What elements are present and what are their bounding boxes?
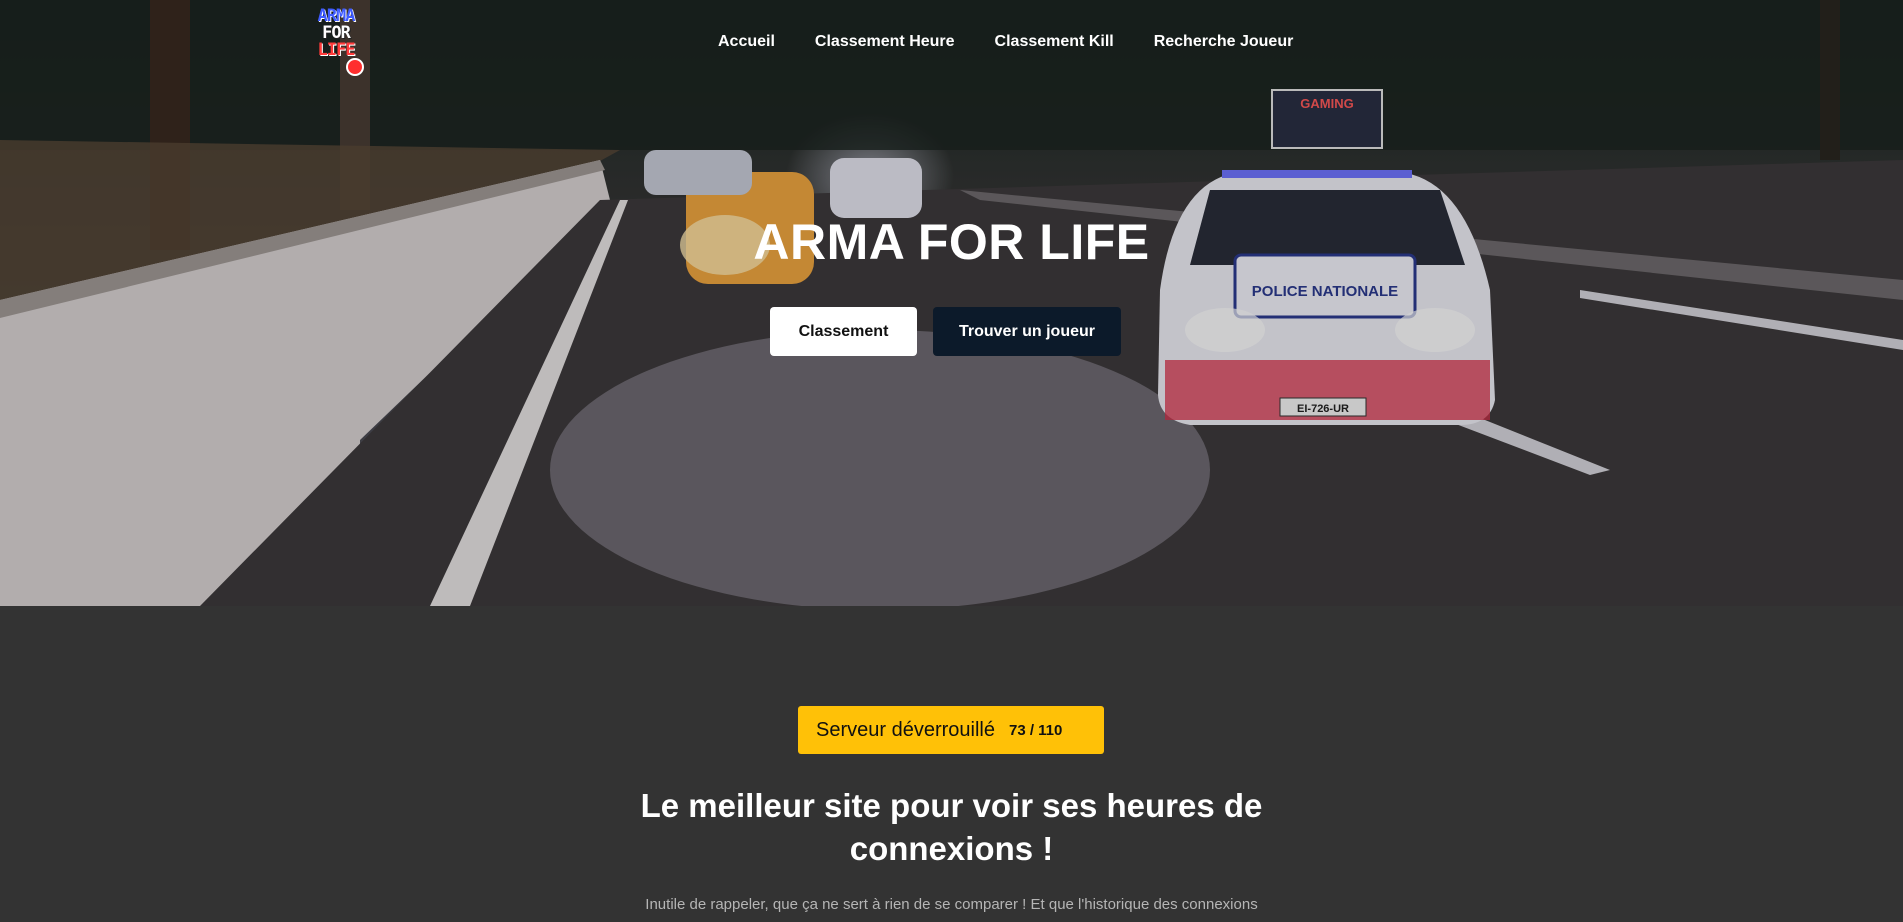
nav-item-classement-heure[interactable]: Classement Heure — [815, 33, 955, 51]
find-player-button[interactable]: Trouver un joueur — [933, 307, 1121, 356]
hero-buttons: Classement Trouver un joueur — [770, 307, 1121, 356]
nav-item-accueil[interactable]: Accueil — [718, 33, 775, 51]
section-title: Le meilleur site pour voir ses heures de… — [0, 784, 1903, 870]
content-section: Serveur déverrouillé 73 / 110 Le meilleu… — [0, 606, 1903, 922]
nav-item-recherche-joueur[interactable]: Recherche Joueur — [1154, 33, 1294, 51]
hero-banner: GAMING POLICE NATIONALE EI-726-UR ARMA F… — [0, 0, 1903, 606]
section-title-line-2: connexions ! — [849, 830, 1054, 867]
section-description: Inutile de rappeler, que ça ne sert à ri… — [645, 896, 1258, 913]
logo-badge-icon — [346, 58, 364, 76]
classement-button[interactable]: Classement — [770, 307, 917, 356]
nav-item-classement-kill[interactable]: Classement Kill — [995, 33, 1114, 51]
site-logo[interactable]: ARMA FOR LIFE — [306, 8, 366, 78]
server-status-badge: Serveur déverrouillé 73 / 110 — [798, 706, 1104, 754]
hero-title: ARMA FOR LIFE — [753, 214, 1150, 270]
main-nav: Accueil Classement Heure Classement Kill… — [718, 33, 1293, 51]
server-status-label: Serveur déverrouillé — [816, 718, 995, 741]
logo-line-3: LIFE — [317, 40, 356, 60]
hero-overlay — [0, 0, 1903, 606]
server-player-count: 73 / 110 — [1008, 721, 1063, 739]
section-title-line-1: Le meilleur site pour voir ses heures de — [640, 787, 1263, 824]
